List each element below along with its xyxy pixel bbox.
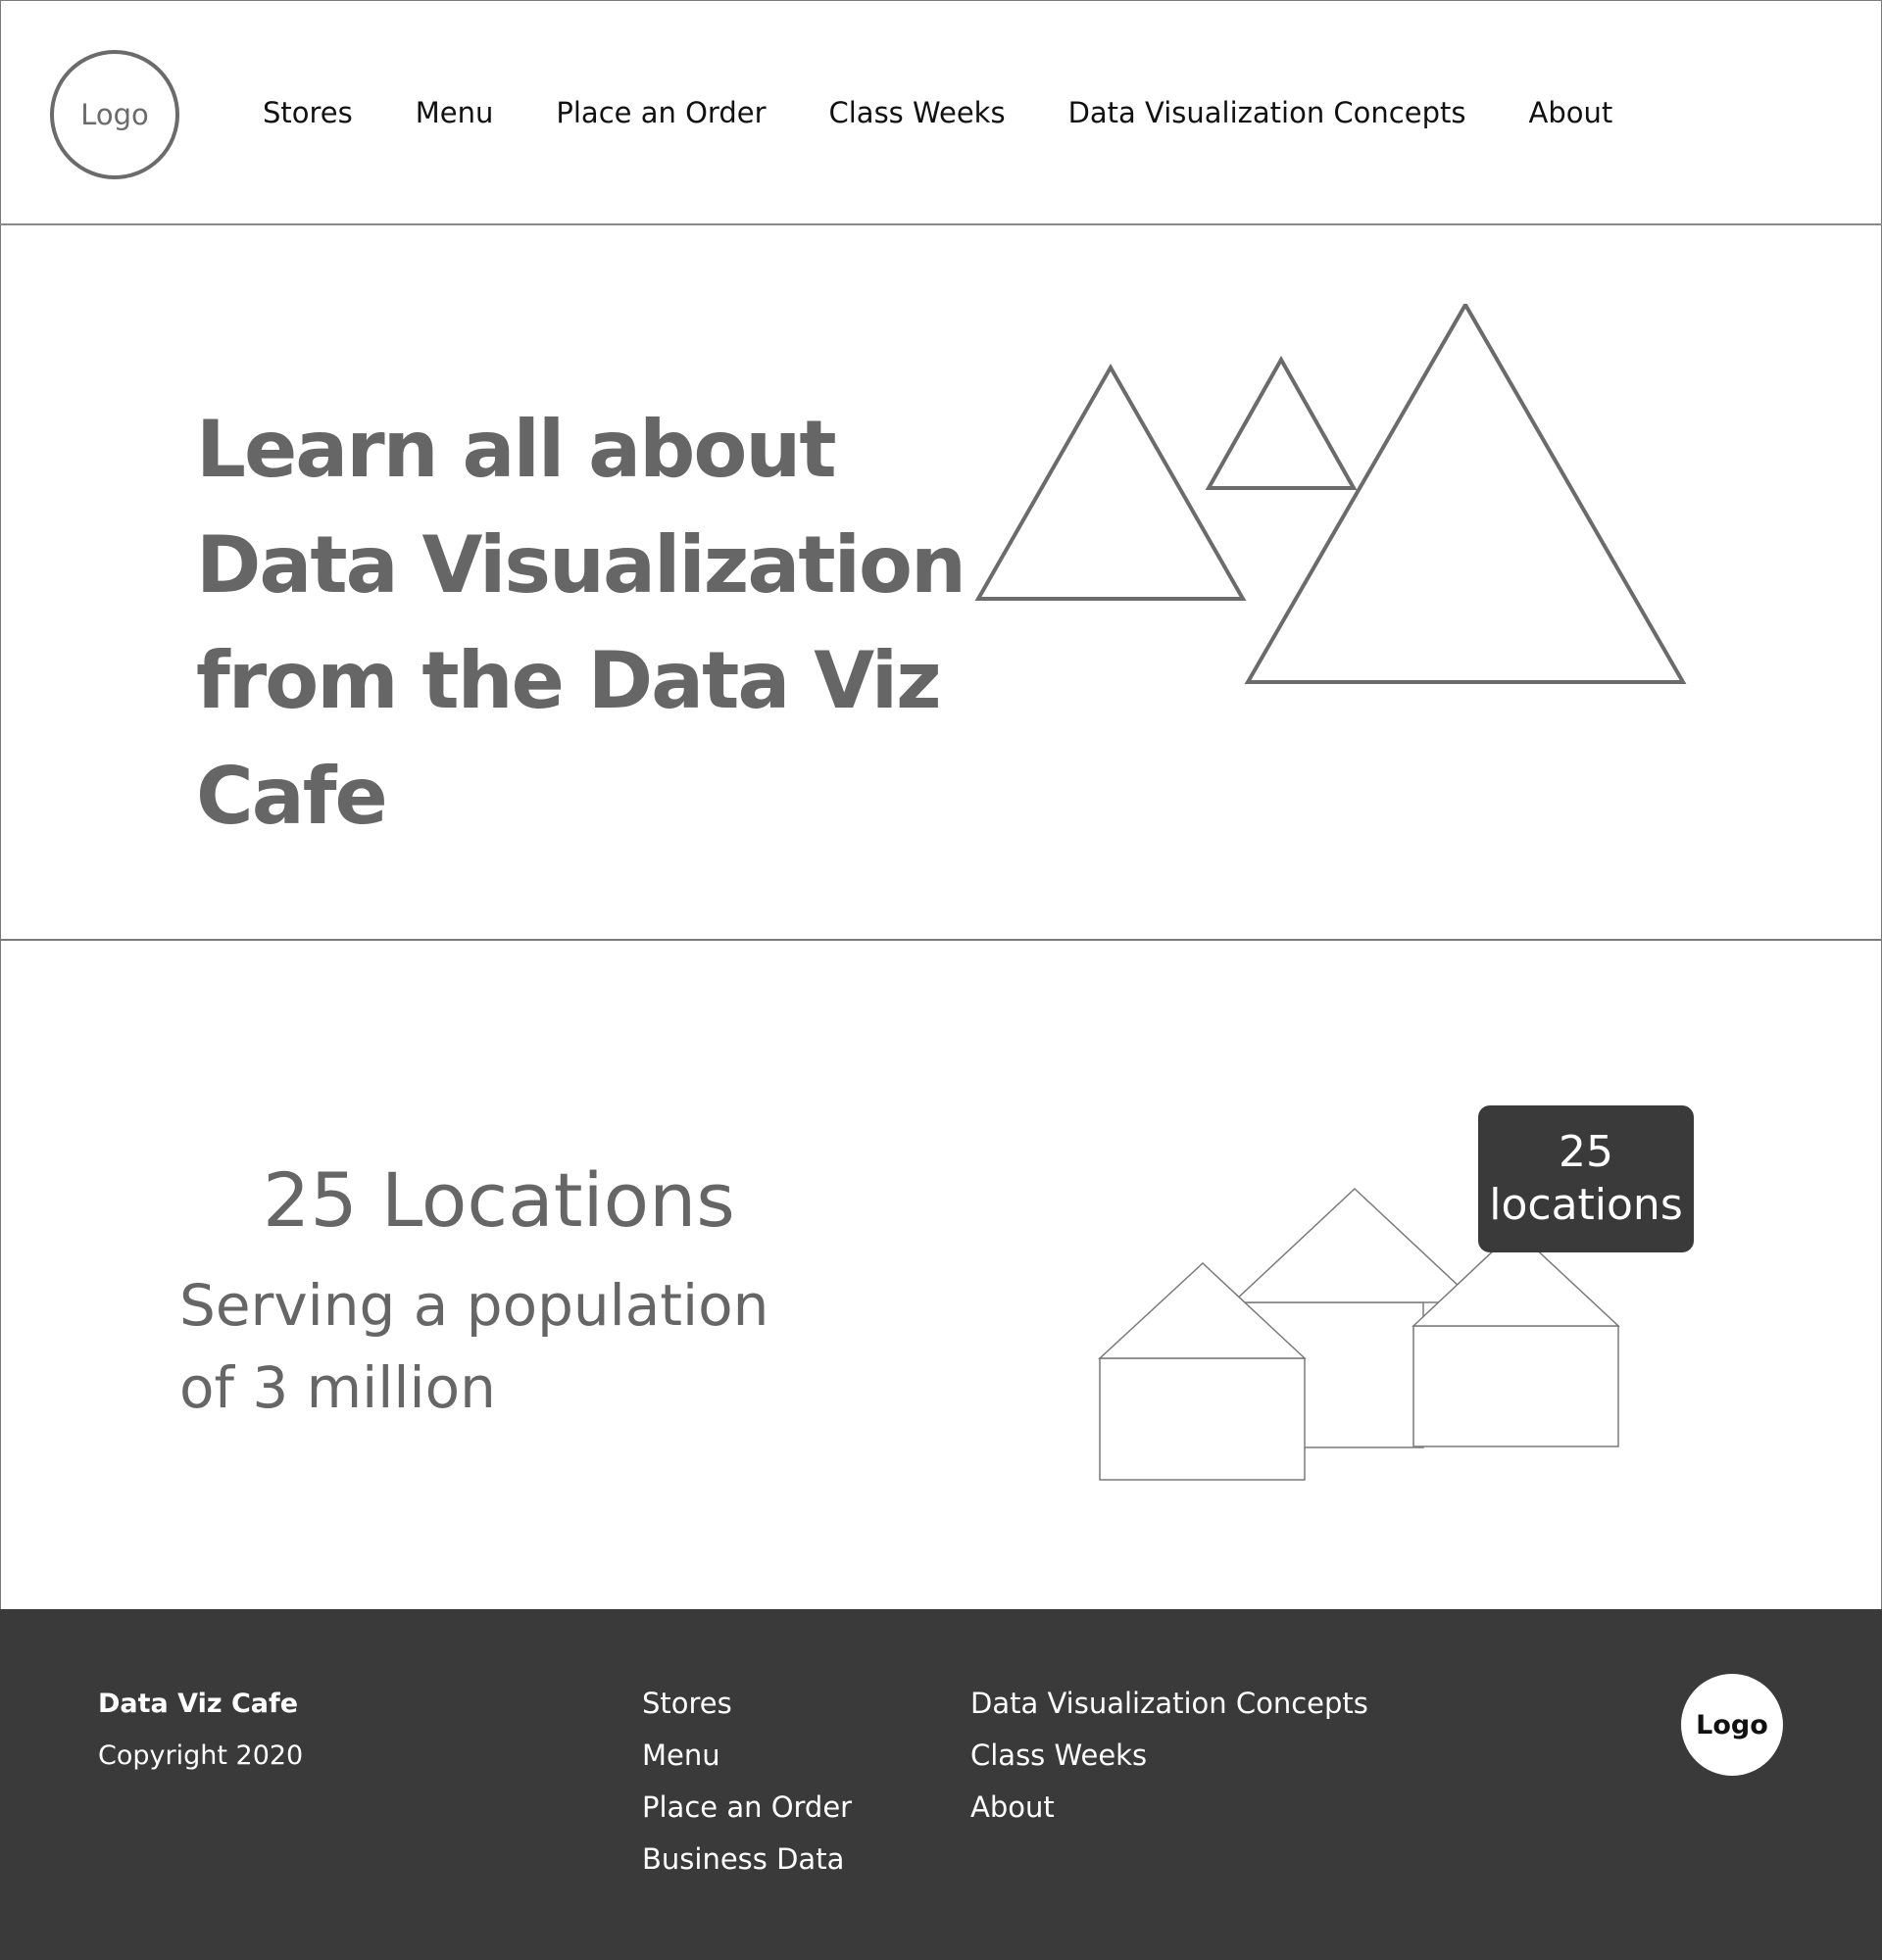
footer-brand: Data Viz Cafe Copyright 2020 [98, 1678, 303, 1782]
mountains-illustration [974, 304, 1687, 684]
footer-link-data-visualization-concepts[interactable]: Data Visualization Concepts [970, 1678, 1368, 1730]
footer-links-col1: Stores Menu Place an Order Business Data [642, 1678, 852, 1886]
hero-title: Learn all about Data Visualization from … [196, 404, 966, 842]
hero-section: Learn all about Data Visualization from … [0, 225, 1882, 941]
site-header: Logo Stores Menu Place an Order Class We… [0, 0, 1882, 225]
locations-subtitle: Serving a population of 3 million [179, 1272, 769, 1421]
nav-about[interactable]: About [1528, 96, 1612, 129]
mountain-large [1244, 304, 1687, 684]
nav-class-weeks[interactable]: Class Weeks [829, 96, 1006, 129]
footer-link-stores[interactable]: Stores [642, 1678, 852, 1730]
nav-menu[interactable]: Menu [416, 96, 494, 129]
header-logo[interactable]: Logo [50, 50, 179, 179]
nav-data-visualization-concepts[interactable]: Data Visualization Concepts [1068, 96, 1466, 129]
badge-number: 25 [1559, 1127, 1613, 1177]
footer-link-business-data[interactable]: Business Data [642, 1834, 852, 1886]
site-footer: Data Viz Cafe Copyright 2020 Stores Menu… [0, 1609, 1882, 1960]
locations-section: 25 Locations Serving a population of 3 m… [0, 941, 1882, 1609]
locations-title: 25 Locations [263, 1156, 735, 1244]
nav-stores[interactable]: Stores [263, 96, 353, 129]
footer-link-menu[interactable]: Menu [642, 1730, 852, 1782]
footer-link-place-an-order[interactable]: Place an Order [642, 1782, 852, 1834]
main-nav: Stores Menu Place an Order Class Weeks D… [263, 88, 1675, 137]
footer-brand-name: Data Viz Cafe [98, 1689, 299, 1719]
footer-link-class-weeks[interactable]: Class Weeks [970, 1730, 1368, 1782]
footer-link-about[interactable]: About [970, 1782, 1368, 1834]
footer-copyright: Copyright 2020 [98, 1740, 304, 1771]
locations-badge: 25 locations [1478, 1105, 1694, 1252]
badge-label: locations [1489, 1180, 1683, 1230]
mountain-left [974, 363, 1247, 601]
nav-place-an-order[interactable]: Place an Order [556, 96, 766, 129]
footer-logo[interactable]: Logo [1681, 1674, 1783, 1776]
mountain-small [1205, 355, 1358, 490]
footer-links-col2: Data Visualization Concepts Class Weeks … [970, 1678, 1368, 1834]
house-right [1412, 1228, 1620, 1447]
